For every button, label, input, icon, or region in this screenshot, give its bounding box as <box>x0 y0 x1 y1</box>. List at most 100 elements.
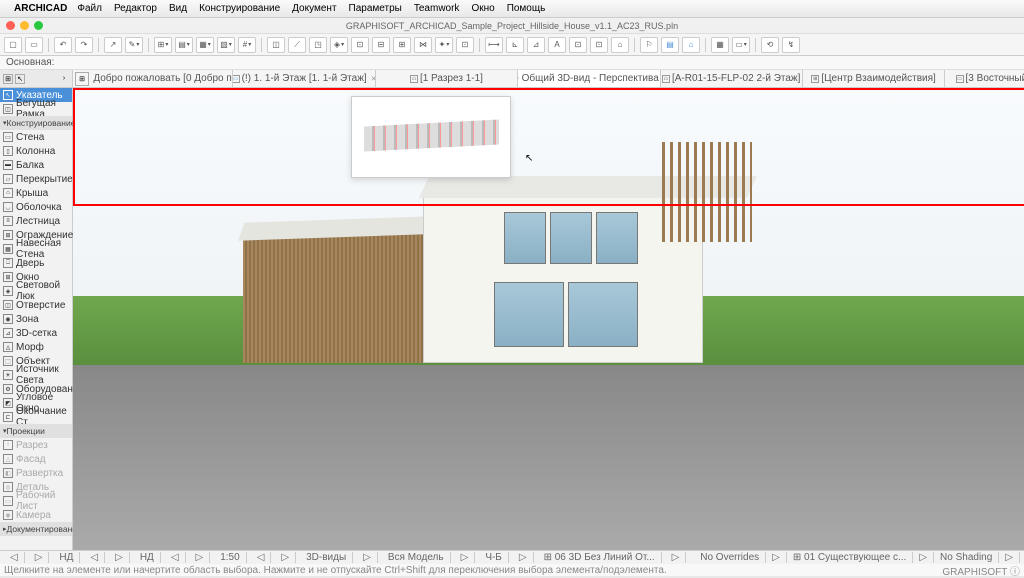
tool-new[interactable]: ▢ <box>4 37 22 53</box>
chevron-icon[interactable]: ▷ <box>455 552 476 563</box>
tool-mirror[interactable]: ⋈ <box>414 37 432 53</box>
tool-rotate[interactable]: ⊞ <box>393 37 411 53</box>
menu-view[interactable]: Вид <box>169 3 187 14</box>
tab-section[interactable]: ▭[1 Разрез 1-1] <box>376 70 518 87</box>
traffic-lights[interactable] <box>0 21 43 30</box>
tool-3d[interactable]: ⌂ <box>611 37 629 53</box>
status-display[interactable]: ⊞ 06 3D Без Линий От... <box>538 552 662 563</box>
menu-window[interactable]: Окно <box>471 3 494 14</box>
chevron-icon[interactable]: › <box>59 74 69 84</box>
tab-welcome[interactable]: ▭(!) Добро пожаловать [0 Добро пож... <box>91 70 233 87</box>
tool-attr1[interactable]: ⊞ <box>154 37 172 53</box>
tool-flag[interactable]: ⚐ <box>640 37 658 53</box>
tool-section[interactable]: ⟊Разрез <box>0 438 72 452</box>
section-projections[interactable]: Проекции <box>0 424 72 438</box>
arrow-icon[interactable]: ↖ <box>15 74 25 84</box>
tool-dim3[interactable]: ⊿ <box>527 37 545 53</box>
tool-dim2[interactable]: ⊾ <box>506 37 524 53</box>
chevron-icon[interactable]: ▷ <box>766 552 787 563</box>
status-nd1[interactable]: НД <box>53 552 80 563</box>
tool-slab[interactable]: ▱Перекрытие <box>0 172 72 186</box>
tool-worksheet[interactable]: ▭Рабочий Лист <box>0 494 72 508</box>
nav-next3[interactable]: ▷ <box>190 552 211 563</box>
tab-organizer-icon[interactable]: ⊞ <box>75 72 89 86</box>
tool-undo[interactable]: ↶ <box>54 37 72 53</box>
status-model[interactable]: Вся Модель <box>382 552 451 563</box>
tool-open[interactable]: ▭ <box>25 37 43 53</box>
menu-edit[interactable]: Редактор <box>114 3 157 14</box>
nav-next2[interactable]: ▷ <box>109 552 130 563</box>
tool-opening[interactable]: ◫Отверстие <box>0 298 72 312</box>
nav-prev4[interactable]: ◁ <box>251 552 272 563</box>
status-shading[interactable]: No Shading <box>934 552 999 563</box>
status-overrides[interactable]: No Overrides <box>694 552 766 563</box>
app-menu[interactable]: ARCHICAD <box>14 3 67 14</box>
chevron-icon[interactable]: ▷ <box>357 552 378 563</box>
nav-prev3[interactable]: ◁ <box>165 552 186 563</box>
nav-prev[interactable]: ◁ <box>4 552 25 563</box>
menu-teamwork[interactable]: Teamwork <box>414 3 460 14</box>
tool-stair[interactable]: ≡Лестница <box>0 214 72 228</box>
tool-pick[interactable]: ↗ <box>104 37 122 53</box>
tool-attr2[interactable]: ▤ <box>175 37 193 53</box>
tab-elevation[interactable]: ▭[3 Восточный Фасад]⊞ <box>945 70 1024 87</box>
tool-print[interactable]: ▭ <box>732 37 750 53</box>
tool-zone[interactable]: ◉Зона <box>0 312 72 326</box>
tool-door[interactable]: ⎕Дверь <box>0 256 72 270</box>
nav-next[interactable]: ▷ <box>29 552 50 563</box>
tool-zoom[interactable]: ⊡ <box>569 37 587 53</box>
section-documentation[interactable]: Документирование <box>0 522 72 536</box>
tool-morph[interactable]: ◬Морф <box>0 340 72 354</box>
menu-help[interactable]: Помощь <box>507 3 546 14</box>
tool-offset[interactable]: ⊡ <box>456 37 474 53</box>
tool-layers[interactable]: ▤ <box>661 37 679 53</box>
menu-design[interactable]: Конструирование <box>199 3 280 14</box>
tool-attr3[interactable]: ▦ <box>196 37 214 53</box>
nav-next4[interactable]: ▷ <box>275 552 296 563</box>
tool-shell[interactable]: ◡Оболочка <box>0 200 72 214</box>
tool-roof[interactable]: ⌂Крыша <box>0 186 72 200</box>
status-pens[interactable]: Ч-Б <box>479 552 509 563</box>
tool-curtainwall[interactable]: ▦Навесная Стена <box>0 242 72 256</box>
status-scale[interactable]: 1:50 <box>214 552 246 563</box>
tool-snap[interactable]: ◈ <box>330 37 348 53</box>
section-construction[interactable]: Конструирование <box>0 116 72 130</box>
tool-skylight[interactable]: ◈Световой Люк <box>0 284 72 298</box>
viewport[interactable]: ⊞ ▭(!) Добро пожаловать [0 Добро пож... … <box>73 70 1024 550</box>
menu-file[interactable]: Файл <box>77 3 102 14</box>
tab-bim[interactable]: ⊞[Центр Взаимодействия] <box>803 70 945 87</box>
tool-wall[interactable]: ▭Стена <box>0 130 72 144</box>
tool-redo[interactable]: ↷ <box>75 37 93 53</box>
tool-grid[interactable]: # <box>238 37 256 53</box>
chevron-icon[interactable]: ▷ <box>999 552 1020 563</box>
tool-interior[interactable]: ◧Развертка <box>0 466 72 480</box>
tool-favorites[interactable]: ✎ <box>125 37 143 53</box>
tool-suspend[interactable]: ⊡ <box>351 37 369 53</box>
tool-marquee[interactable]: ◫Бегущая Рамка <box>0 102 72 116</box>
status-nd2[interactable]: НД <box>134 552 161 563</box>
status-3dviews[interactable]: 3D-виды <box>300 552 353 563</box>
tool-lamp[interactable]: ☀Источник Света <box>0 368 72 382</box>
tool-ruler[interactable]: ⟋ <box>288 37 306 53</box>
close-icon[interactable] <box>6 21 15 30</box>
tool-edit[interactable]: ✦ <box>435 37 453 53</box>
tool-publish[interactable]: ⟲ <box>761 37 779 53</box>
nav-prev2[interactable]: ◁ <box>84 552 105 563</box>
menu-options[interactable]: Параметры <box>349 3 402 14</box>
tool-camera[interactable]: ◉Камера <box>0 508 72 522</box>
toolbox-header[interactable]: ⊞ ↖ › <box>0 70 72 88</box>
minimize-icon[interactable] <box>20 21 29 30</box>
status-renovation[interactable]: ⊞ 01 Существующее с... <box>787 552 913 563</box>
tool-wallend[interactable]: ⊏Окончание Ст... <box>0 410 72 424</box>
tab-3dview[interactable]: ▭(!) Общий 3D-вид - Перспектива [3... <box>518 70 660 87</box>
tool-share[interactable]: ↯ <box>782 37 800 53</box>
tool-attr4[interactable]: ▧ <box>217 37 235 53</box>
tool-beam[interactable]: ▬Балка <box>0 158 72 172</box>
chevron-icon[interactable]: ▷ <box>913 552 934 563</box>
chevron-icon[interactable]: ▷ <box>513 552 534 563</box>
tool-elevation[interactable]: △Фасад <box>0 452 72 466</box>
tool-column[interactable]: ▯Колонна <box>0 144 72 158</box>
maximize-icon[interactable] <box>34 21 43 30</box>
header-icon[interactable]: ⊞ <box>3 74 13 84</box>
tab-layout[interactable]: ▭[A-R01-15-FLP-02 2-й Этаж] <box>661 70 803 87</box>
